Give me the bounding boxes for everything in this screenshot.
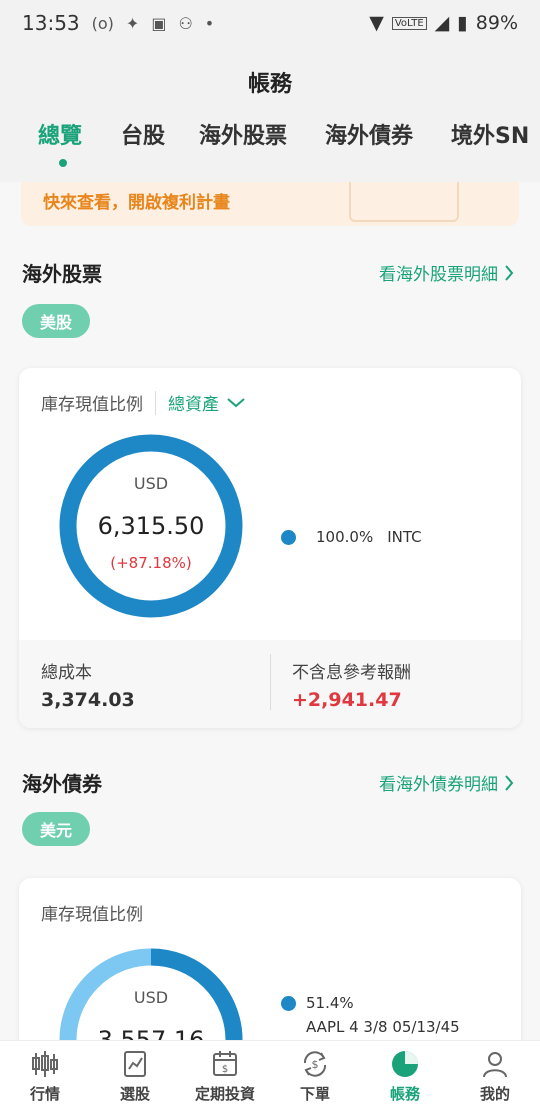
nav-market-label: 行情 (29, 1085, 60, 1103)
status-notification-icons: (o) ✦ ▣ ⚇ • (92, 14, 215, 33)
legend-dot (281, 529, 296, 545)
game-icon: ⚇ (178, 13, 193, 33)
bottom-nav: 行情 選股 $ 定期投資 $ 下單 帳務 我的 (0, 1040, 540, 1107)
total-cost-value: 3,374.03 (41, 689, 135, 711)
nav-regular-invest-label: 定期投資 (194, 1085, 255, 1103)
reference-return-value: +2,941.47 (292, 689, 402, 711)
legend-name: INTC (387, 528, 422, 546)
page-title: 帳務 (247, 72, 292, 97)
stocks-card-header: 庫存現值比例 總資產 (41, 390, 245, 415)
divider (155, 390, 156, 415)
tab-overseas-stocks[interactable]: 海外股票 (199, 118, 287, 150)
volte-icon: VoLTE (391, 16, 427, 30)
promo-banner[interactable]: 快來查看，開啟複利計畫 (21, 182, 519, 226)
legend-item: 100.0% INTC (281, 528, 422, 546)
nav-order[interactable]: $ 下單 (270, 1049, 360, 1104)
currency-pill-usd[interactable]: 美元 (22, 812, 90, 846)
stocks-card-footer: 總成本 3,374.03 不含息參考報酬 +2,941.47 (19, 640, 521, 728)
tab-overview[interactable]: 總覽 (38, 118, 82, 150)
nav-profile-label: 我的 (479, 1085, 510, 1103)
nav-market[interactable]: 行情 (0, 1049, 90, 1104)
legend-name: AAPL 4 3/8 05/13/45 (306, 1018, 460, 1036)
tab-active-indicator (59, 159, 67, 167)
stocks-detail-link-label: 看海外股票明細 (379, 265, 498, 285)
app-header: 帳務 總覽 台股 海外股票 海外債券 境外SN (0, 46, 540, 182)
wifi-icon: ▼ (369, 12, 384, 34)
radio-icon: (o) (91, 13, 114, 33)
bonds-legend: 51.4% AAPL 4 3/8 05/13/45 (281, 994, 460, 1036)
market-pill-us[interactable]: 美股 (22, 304, 90, 338)
chevron-right-icon (505, 264, 514, 281)
reference-return: 不含息參考報酬 +2,941.47 (292, 658, 411, 711)
chevron-right-icon (505, 774, 514, 791)
exchange-dollar-icon: $ (303, 1051, 327, 1077)
stocks-detail-link[interactable]: 看海外股票明細 (379, 260, 514, 285)
nav-account-label: 帳務 (389, 1085, 420, 1103)
donut-total-value: 6,315.50 (97, 512, 205, 540)
bonds-detail-link[interactable]: 看海外債券明細 (379, 770, 514, 795)
nav-stock-picker-label: 選股 (119, 1085, 150, 1103)
document-illustration-icon (349, 182, 459, 222)
tab-overseas-bonds[interactable]: 海外債券 (325, 118, 413, 150)
status-bar: 13:53 (o) ✦ ▣ ⚇ • ▼ VoLTE ◢ ▮ 89% (0, 0, 540, 46)
chart-file-icon (124, 1051, 146, 1077)
donut-center: USD 6,315.50 (+87.18%) (57, 432, 245, 620)
chevron-down-icon (227, 397, 245, 407)
bonds-detail-link-label: 看海外債券明細 (379, 775, 498, 795)
total-cost: 總成本 3,374.03 (41, 658, 135, 711)
donut-center: USD 3,557.16 (57, 946, 245, 1040)
asset-type-select[interactable]: 總資產 (168, 390, 245, 415)
legend-name-row: AAPL 4 3/8 05/13/45 (281, 1018, 460, 1036)
dot-icon: • (204, 13, 215, 33)
donut-change-percent: (+87.18%) (110, 554, 192, 572)
status-time: 13:53 (22, 11, 80, 35)
signal-icon: ◢ (434, 12, 450, 34)
candlestick-icon (32, 1051, 58, 1077)
donut-currency: USD (133, 474, 169, 493)
legend-percent: 100.0% (316, 528, 374, 546)
bonds-card: 庫存現值比例 USD 3,557.16 51.4% AAPL 4 3/8 05/… (19, 878, 521, 1040)
nav-stock-picker[interactable]: 選股 (90, 1049, 180, 1104)
promo-text: 快來查看，開啟複利計畫 (43, 193, 230, 213)
bonds-card-header: 庫存現值比例 (41, 900, 143, 925)
stocks-donut-chart: USD 6,315.50 (+87.18%) (57, 432, 245, 620)
reference-return-label: 不含息參考報酬 (292, 663, 411, 683)
bonds-section-title: 海外債券 (22, 772, 102, 796)
legend-percent: 51.4% (306, 994, 354, 1012)
bonds-donut-chart: USD 3,557.16 (57, 946, 245, 1040)
bonds-card-label: 庫存現值比例 (41, 905, 143, 925)
stocks-card: 庫存現值比例 總資產 USD 6,315.50 (+87.18%) 100.0%… (19, 368, 521, 728)
nav-account[interactable]: 帳務 (360, 1049, 450, 1104)
user-icon (483, 1052, 507, 1078)
app-icon: ✦ (125, 13, 140, 33)
legend-item: 51.4% (281, 994, 460, 1012)
stocks-card-label: 庫存現值比例 (41, 395, 143, 415)
nav-profile[interactable]: 我的 (450, 1049, 540, 1104)
tab-tw-stocks[interactable]: 台股 (121, 118, 165, 150)
donut-total-value: 3,557.16 (97, 1026, 205, 1040)
total-cost-label: 總成本 (41, 663, 92, 683)
svg-text:$: $ (222, 1064, 228, 1075)
svg-text:$: $ (312, 1058, 319, 1071)
calendar-dollar-icon: $ (213, 1051, 237, 1076)
donut-currency: USD (133, 988, 169, 1007)
tab-bar: 總覽 台股 海外股票 海外債券 境外SN (0, 118, 540, 168)
battery-percent: 89% (475, 12, 518, 34)
tab-offshore-sn[interactable]: 境外SN (451, 118, 529, 150)
legend-dot (281, 995, 296, 1011)
clipboard-icon: ▣ (151, 13, 167, 33)
stocks-legend: 100.0% INTC (281, 528, 422, 546)
battery-icon: ▮ (457, 12, 468, 34)
nav-regular-invest[interactable]: $ 定期投資 (180, 1049, 270, 1104)
asset-type-select-value: 總資產 (168, 395, 219, 415)
stocks-section-title: 海外股票 (22, 262, 102, 286)
main-content: 快來查看，開啟複利計畫 海外股票 看海外股票明細 美股 庫存現值比例 總資產 U… (0, 182, 540, 1040)
nav-order-label: 下單 (299, 1085, 330, 1103)
pie-chart-icon (392, 1051, 418, 1077)
divider (270, 654, 271, 710)
